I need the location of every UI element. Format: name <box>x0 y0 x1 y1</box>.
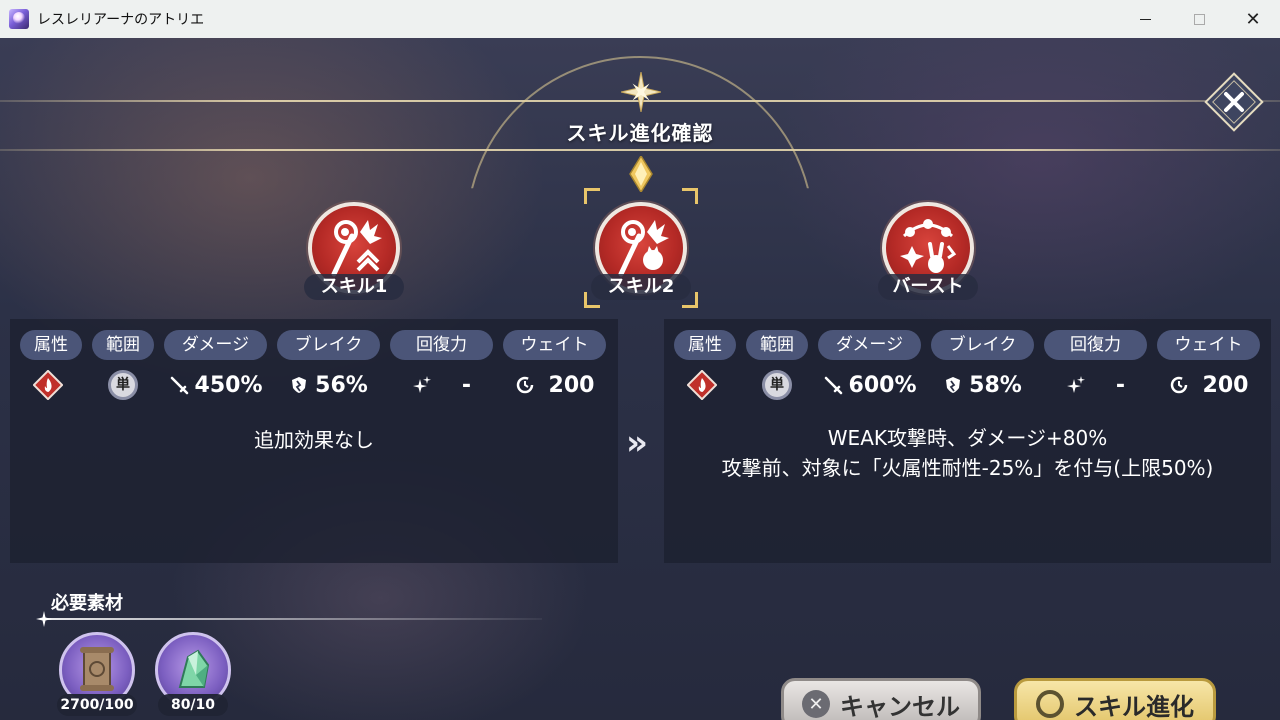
stat-header-break: ブレイク <box>277 330 380 360</box>
single-target-icon: 単 <box>92 370 154 400</box>
heal-value: - <box>1044 373 1147 398</box>
stat-header-attribute: 属性 <box>20 330 82 360</box>
compass-star-icon <box>621 72 661 112</box>
stat-header-damage: ダメージ <box>818 330 921 360</box>
game-viewport: スキル進化確認 スキル1 スキル2 バースト 属性 範囲 ダメージ ブレイク 回… <box>0 38 1280 720</box>
materials-divider <box>42 618 542 620</box>
stat-header-range: 範囲 <box>92 330 154 360</box>
stat-header-break: ブレイク <box>931 330 1034 360</box>
chevron-right-icon: » <box>626 423 648 463</box>
stat-header-damage: ダメージ <box>164 330 267 360</box>
page-title: スキル進化確認 <box>566 121 714 145</box>
break-shield-icon <box>292 377 307 393</box>
break-value: 56% <box>277 373 380 398</box>
skill-2-label: スキル2 <box>591 274 691 300</box>
clock-icon <box>516 376 533 394</box>
cancel-button[interactable]: ✕ キャンセル <box>781 678 981 720</box>
window-close-button[interactable]: ✕ <box>1226 0 1280 38</box>
stats-panel-before: 属性 範囲 ダメージ ブレイク 回復力 ウェイト 単 450% 56% - 20… <box>10 319 618 563</box>
stat-header-row: 属性 範囲 ダメージ ブレイク 回復力 ウェイト <box>674 330 1270 360</box>
sword-icon <box>170 376 188 395</box>
damage-value: 600% <box>818 373 921 398</box>
minimize-button[interactable] <box>1118 0 1172 38</box>
selection-gem-icon <box>629 156 653 192</box>
wait-value: 200 <box>503 373 606 398</box>
circle-icon <box>1036 690 1064 718</box>
clock-icon <box>1170 376 1187 394</box>
cancel-button-label: キャンセル <box>840 692 960 720</box>
material-item-2[interactable]: 80/10 <box>155 632 231 716</box>
stat-header-heal: 回復力 <box>1044 330 1147 360</box>
sparkle-icon <box>1066 376 1085 393</box>
fire-attribute-icon <box>20 370 82 400</box>
stat-header-heal: 回復力 <box>390 330 493 360</box>
sparkle-icon <box>36 611 52 627</box>
skill-tab-1[interactable]: スキル1 <box>299 202 409 300</box>
fire-attribute-icon <box>674 370 736 400</box>
material-count-1: 2700/100 <box>57 694 137 716</box>
burst-label: バースト <box>878 274 978 300</box>
effect-text-before: 追加効果なし <box>254 428 374 452</box>
material-item-1[interactable]: 2700/100 <box>57 632 137 716</box>
window-titlebar: レスレリアーナのアトリエ ✕ <box>0 0 1280 38</box>
material-count-2: 80/10 <box>158 694 228 716</box>
close-icon[interactable] <box>1204 72 1264 132</box>
stat-header-attribute: 属性 <box>674 330 736 360</box>
materials-title: 必要素材 <box>51 593 123 614</box>
break-value: 58% <box>931 373 1034 398</box>
skill-evolve-button[interactable]: スキル進化 <box>1014 678 1216 720</box>
wait-value: 200 <box>1157 373 1260 398</box>
break-shield-icon <box>946 377 961 393</box>
stat-header-row: 属性 範囲 ダメージ ブレイク 回復力 ウェイト <box>20 330 616 360</box>
stats-panel-after: 属性 範囲 ダメージ ブレイク 回復力 ウェイト 単 600% 58% - 20… <box>664 319 1271 563</box>
window-title: レスレリアーナのアトリエ <box>37 12 205 28</box>
skill-tab-2[interactable]: スキル2 <box>586 202 696 300</box>
sword-icon <box>824 376 842 395</box>
effect-text-after-2: 攻撃前、対象に「火属性耐性-25%」を付与(上限50%) <box>721 456 1214 480</box>
stat-value-row: 単 600% 58% - 200 <box>674 367 1270 403</box>
app-icon <box>9 9 29 29</box>
effect-text-after-1: WEAK攻撃時、ダメージ+80% <box>827 426 1108 450</box>
stat-header-wait: ウェイト <box>503 330 606 360</box>
sparkle-icon <box>412 376 431 393</box>
heal-value: - <box>390 373 493 398</box>
skill-evolve-button-label: スキル進化 <box>1074 692 1194 720</box>
stat-header-range: 範囲 <box>746 330 808 360</box>
single-target-icon: 単 <box>746 370 808 400</box>
stat-header-wait: ウェイト <box>1157 330 1260 360</box>
damage-value: 450% <box>164 373 267 398</box>
skill-1-label: スキル1 <box>304 274 404 300</box>
maximize-button[interactable] <box>1172 0 1226 38</box>
stat-value-row: 単 450% 56% - 200 <box>20 367 616 403</box>
window-controls: ✕ <box>1118 0 1280 38</box>
skill-tab-burst[interactable]: バースト <box>873 202 983 300</box>
cross-icon: ✕ <box>802 690 830 718</box>
